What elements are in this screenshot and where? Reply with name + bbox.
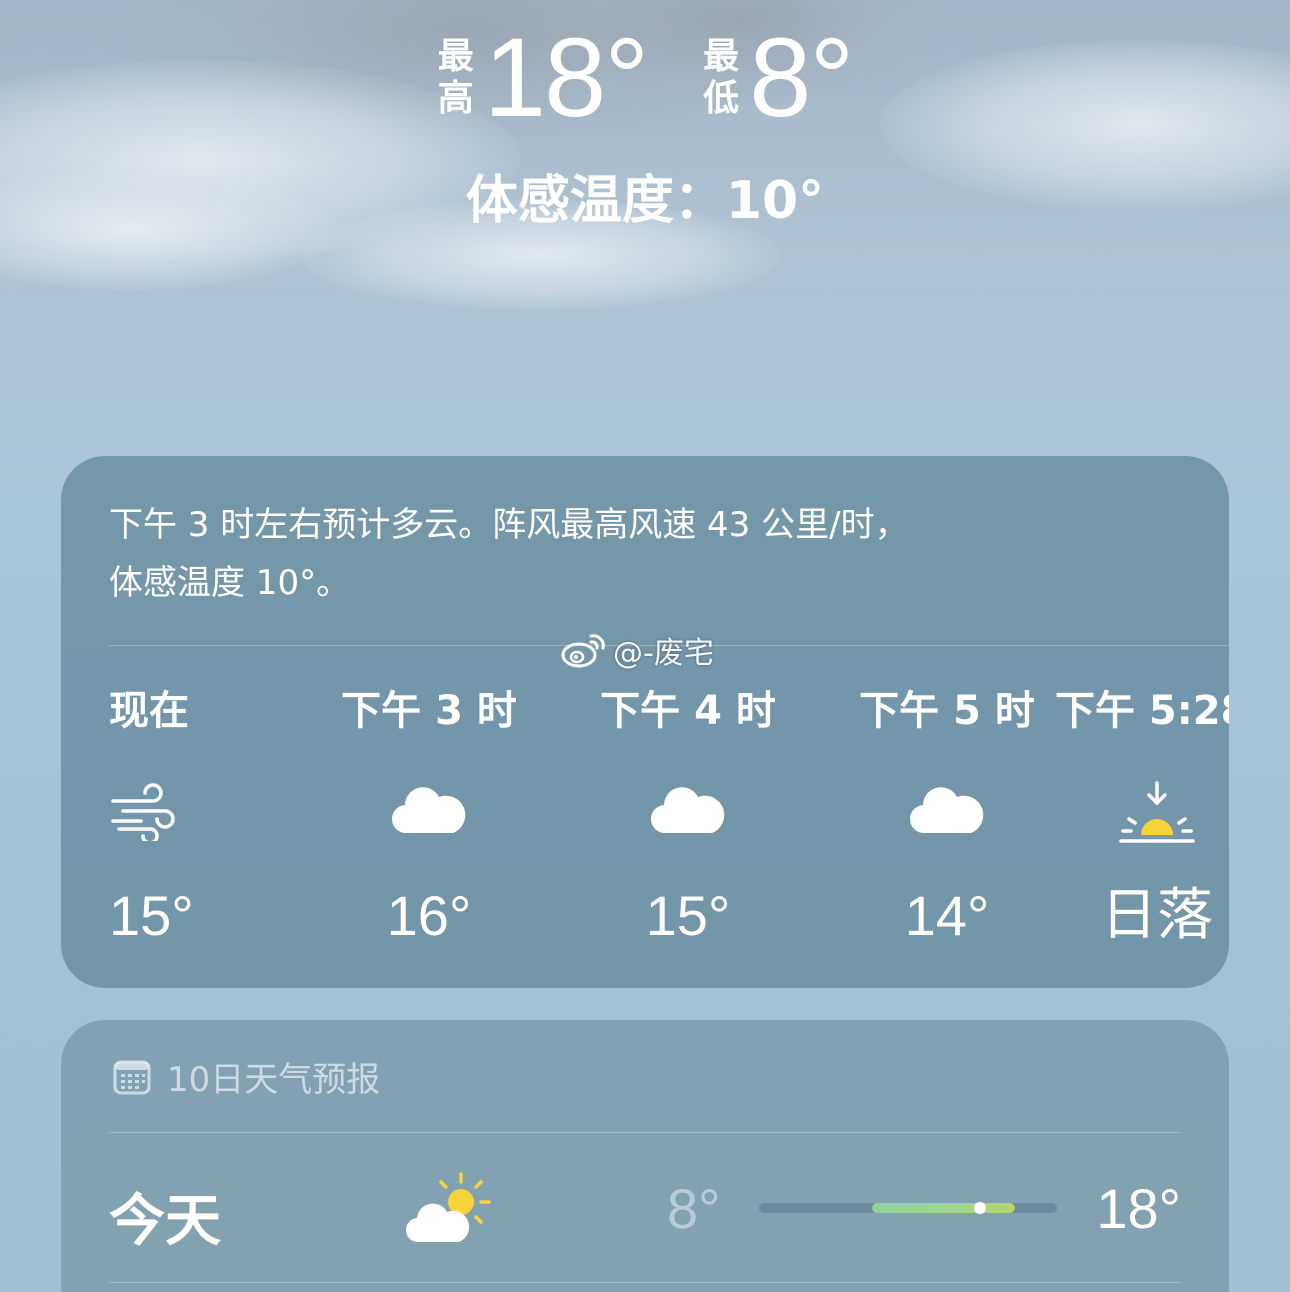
weibo-icon <box>561 634 605 668</box>
high-temperature: 最 高 18° <box>438 15 649 140</box>
ten-day-title: 10日天气预报 <box>167 1060 381 1100</box>
wind-icon <box>111 783 175 841</box>
summary-line-1: 下午 3 时左右预计多云。阵风最高风速 43 公里/时， <box>109 505 909 545</box>
hour-item: 下午 3 时 16° <box>329 681 529 951</box>
temperature-range-fill <box>872 1203 1016 1213</box>
hour-item: 下午 5 时 14° <box>847 681 1047 951</box>
day-low-temperature: 8° <box>667 1177 721 1240</box>
hour-item: 下午 4 时 15° <box>588 681 788 951</box>
high-label: 最 高 <box>438 36 474 120</box>
current-temperature-dot <box>973 1202 986 1214</box>
hour-temperature: 日落 <box>1101 883 1213 948</box>
hour-time: 现在 <box>109 688 189 734</box>
hour-time: 下午 5:28 <box>1055 688 1229 734</box>
high-label-char-2: 高 <box>437 78 474 119</box>
cloud-icon <box>391 787 466 834</box>
cloud-icon <box>650 787 725 834</box>
hourly-forecast-card[interactable]: 下午 3 时左右预计多云。阵风最高风速 43 公里/时， 体感温度 10°。 @… <box>61 456 1229 988</box>
low-temperature: 最 低 8° <box>703 15 854 140</box>
hour-time: 下午 5 时 <box>859 688 1035 734</box>
hour-temperature: 14° <box>904 884 990 947</box>
hour-item: 现在 15° <box>109 681 309 951</box>
hour-time: 下午 3 时 <box>341 688 517 734</box>
low-value: 8° <box>749 15 854 140</box>
day-row-today[interactable]: 今天 8° 18° <box>109 1170 1181 1254</box>
hour-temperature: 15° <box>645 884 731 947</box>
day-row-divider <box>109 1282 1181 1283</box>
high-label-char-1: 最 <box>437 36 474 77</box>
ten-day-header: 10日天气预报 <box>113 1052 380 1101</box>
temperature-range-bar <box>759 1202 1057 1214</box>
day-name: 今天 <box>109 1189 221 1254</box>
feels-like-temperature: 体感温度：10° <box>465 171 825 231</box>
hourly-summary: 下午 3 时左右预计多云。阵风最高风速 43 公里/时， 体感温度 10°。 <box>109 496 1169 612</box>
low-label-char-2: 低 <box>703 78 740 119</box>
low-label-char-1: 最 <box>703 36 740 77</box>
ten-day-forecast-card[interactable]: 10日天气预报 今天 8° 18° <box>61 1020 1229 1292</box>
low-label: 最 低 <box>703 36 739 120</box>
sunset-icon <box>1119 781 1195 843</box>
day-high-temperature: 18° <box>1096 1177 1181 1240</box>
hour-temperature: 15° <box>109 884 194 947</box>
hour-temperature: 16° <box>386 884 472 947</box>
summary-line-2: 体感温度 10°。 <box>109 563 351 603</box>
partly-sunny-icon <box>405 1172 491 1243</box>
calendar-icon <box>113 1060 151 1094</box>
watermark: @-废宅 <box>561 628 714 672</box>
hour-item: 下午 5:28 日落 <box>1055 681 1229 951</box>
watermark-text: @-废宅 <box>613 636 714 671</box>
hour-time: 下午 4 时 <box>600 688 776 734</box>
hourly-list[interactable]: 现在 15° 下午 3 时 16° 下午 4 时 15° 下午 5 时 14° … <box>61 681 1229 951</box>
cloud-icon <box>909 787 984 834</box>
high-low-temperature: 最 高 18° 最 低 8° <box>0 22 1290 134</box>
high-value: 18° <box>483 15 649 140</box>
ten-day-divider <box>109 1132 1181 1133</box>
